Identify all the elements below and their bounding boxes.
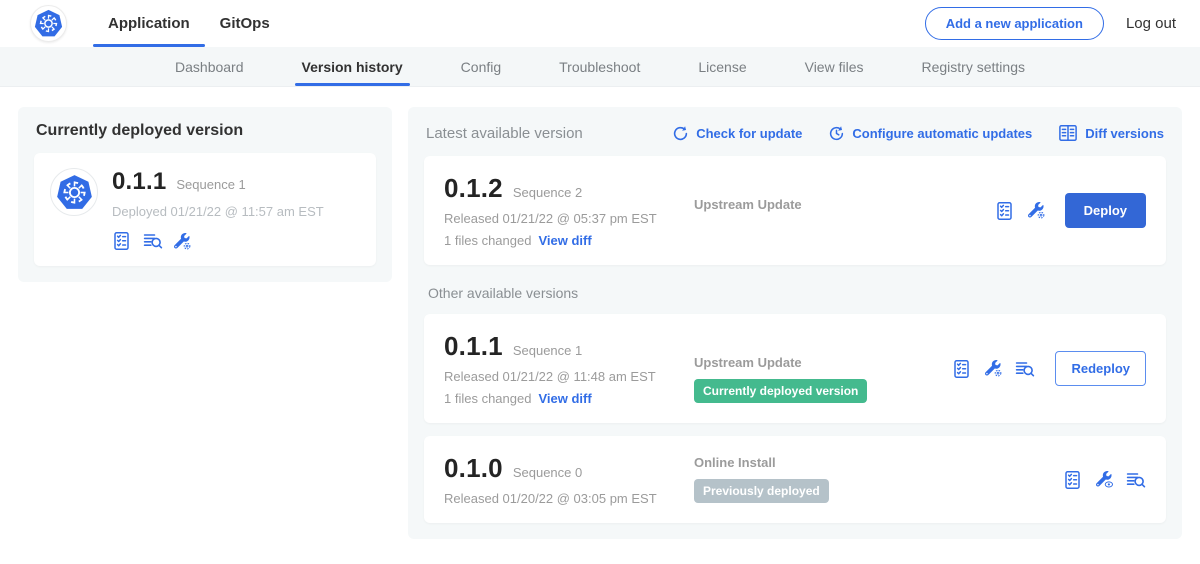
- view-diff-link[interactable]: View diff: [538, 233, 591, 248]
- add-application-button[interactable]: Add a new application: [925, 7, 1104, 40]
- deployed-timestamp: Deployed 01/21/22 @ 11:57 am EST: [112, 204, 324, 219]
- configure-automatic-updates-link[interactable]: Configure automatic updates: [828, 125, 1032, 142]
- version-source-label: Online Install: [694, 455, 919, 470]
- tab-troubleshoot[interactable]: Troubleshoot: [530, 47, 669, 86]
- version-card-0-1-2: 0.1.2 Sequence 2 Released 01/21/22 @ 05:…: [424, 156, 1166, 265]
- tab-dashboard-label: Dashboard: [175, 59, 244, 75]
- version-card-0-1-1: 0.1.1 Sequence 1 Released 01/21/22 @ 11:…: [424, 314, 1166, 423]
- tab-gitops[interactable]: GitOps: [205, 0, 285, 47]
- diff-versions-label: Diff versions: [1085, 126, 1164, 141]
- wrench-gear-icon[interactable]: [985, 360, 1002, 377]
- tab-registry-settings[interactable]: Registry settings: [893, 47, 1054, 86]
- tab-gitops-label: GitOps: [220, 15, 270, 32]
- available-versions-panel: Latest available version Check for updat…: [408, 107, 1182, 539]
- currently-deployed-badge: Currently deployed version: [694, 379, 867, 403]
- tab-version-history[interactable]: Version history: [273, 47, 432, 86]
- version-number: 0.1.1: [444, 331, 503, 362]
- version-history-page: Currently deployed version 0.1.1 Sequenc…: [0, 87, 1200, 559]
- checklist-icon[interactable]: [952, 359, 972, 379]
- tab-license[interactable]: License: [669, 47, 775, 86]
- tab-troubleshoot-label: Troubleshoot: [559, 59, 640, 75]
- deployed-sequence-label: Sequence 1: [176, 177, 245, 192]
- version-number: 0.1.2: [444, 173, 503, 204]
- tab-registry-settings-label: Registry settings: [922, 59, 1025, 75]
- version-source-label: Upstream Update: [694, 355, 919, 370]
- app-sub-nav: Dashboard Version history Config Trouble…: [0, 47, 1200, 87]
- kubernetes-app-icon: [50, 168, 98, 216]
- files-changed-label: 1 files changed: [444, 391, 531, 406]
- redeploy-button[interactable]: Redeploy: [1055, 351, 1146, 386]
- version-card-0-1-0: 0.1.0 Sequence 0 Released 01/20/22 @ 03:…: [424, 436, 1166, 523]
- logout-button[interactable]: Log out: [1126, 15, 1176, 32]
- released-timestamp: Released 01/21/22 @ 11:48 am EST: [444, 369, 694, 384]
- tab-version-history-label: Version history: [302, 59, 403, 75]
- currently-deployed-panel: Currently deployed version 0.1.1 Sequenc…: [18, 107, 392, 282]
- text-search-icon[interactable]: [1015, 359, 1035, 379]
- wrench-gear-icon[interactable]: [174, 233, 191, 250]
- wrench-gear-icon[interactable]: [1028, 202, 1045, 219]
- diff-versions-link[interactable]: Diff versions: [1058, 123, 1164, 143]
- latest-version-header: Latest available version: [426, 125, 583, 142]
- previously-deployed-badge: Previously deployed: [694, 479, 829, 503]
- deployed-panel-title: Currently deployed version: [34, 122, 376, 140]
- view-diff-link[interactable]: View diff: [538, 391, 591, 406]
- text-search-icon[interactable]: [1126, 470, 1146, 490]
- text-search-icon[interactable]: [143, 231, 163, 251]
- tab-config-label: Config: [461, 59, 501, 75]
- sequence-label: Sequence 2: [513, 185, 582, 200]
- refresh-icon: [672, 125, 689, 142]
- deployed-version-card: 0.1.1 Sequence 1 Deployed 01/21/22 @ 11:…: [34, 153, 376, 266]
- auto-update-clock-icon: [828, 125, 845, 142]
- version-number: 0.1.0: [444, 453, 503, 484]
- tab-application[interactable]: Application: [93, 0, 205, 47]
- diff-columns-icon: [1058, 123, 1078, 143]
- other-versions-header: Other available versions: [428, 285, 1166, 301]
- version-source-label: Upstream Update: [694, 197, 919, 212]
- tab-config[interactable]: Config: [432, 47, 530, 86]
- checklist-icon[interactable]: [1063, 470, 1083, 490]
- deploy-button[interactable]: Deploy: [1065, 193, 1146, 228]
- deployed-version-number: 0.1.1: [112, 168, 166, 196]
- tab-view-files-label: View files: [805, 59, 864, 75]
- released-timestamp: Released 01/20/22 @ 03:05 pm EST: [444, 491, 694, 506]
- check-for-update-link[interactable]: Check for update: [672, 125, 802, 142]
- top-nav: Application GitOps Add a new application…: [0, 0, 1200, 47]
- tab-dashboard[interactable]: Dashboard: [146, 47, 273, 86]
- wrench-eye-icon[interactable]: [1096, 471, 1113, 488]
- sequence-label: Sequence 1: [513, 343, 582, 358]
- files-changed-label: 1 files changed: [444, 233, 531, 248]
- tab-application-label: Application: [108, 15, 190, 32]
- app-brand: [30, 0, 67, 47]
- sequence-label: Sequence 0: [513, 465, 582, 480]
- tab-license-label: License: [698, 59, 746, 75]
- tab-view-files[interactable]: View files: [776, 47, 893, 86]
- checklist-icon[interactable]: [995, 201, 1015, 221]
- checklist-icon[interactable]: [112, 231, 132, 251]
- kubernetes-logo-icon: [30, 5, 67, 42]
- check-for-update-label: Check for update: [696, 126, 802, 141]
- configure-automatic-updates-label: Configure automatic updates: [852, 126, 1032, 141]
- released-timestamp: Released 01/21/22 @ 05:37 pm EST: [444, 211, 694, 226]
